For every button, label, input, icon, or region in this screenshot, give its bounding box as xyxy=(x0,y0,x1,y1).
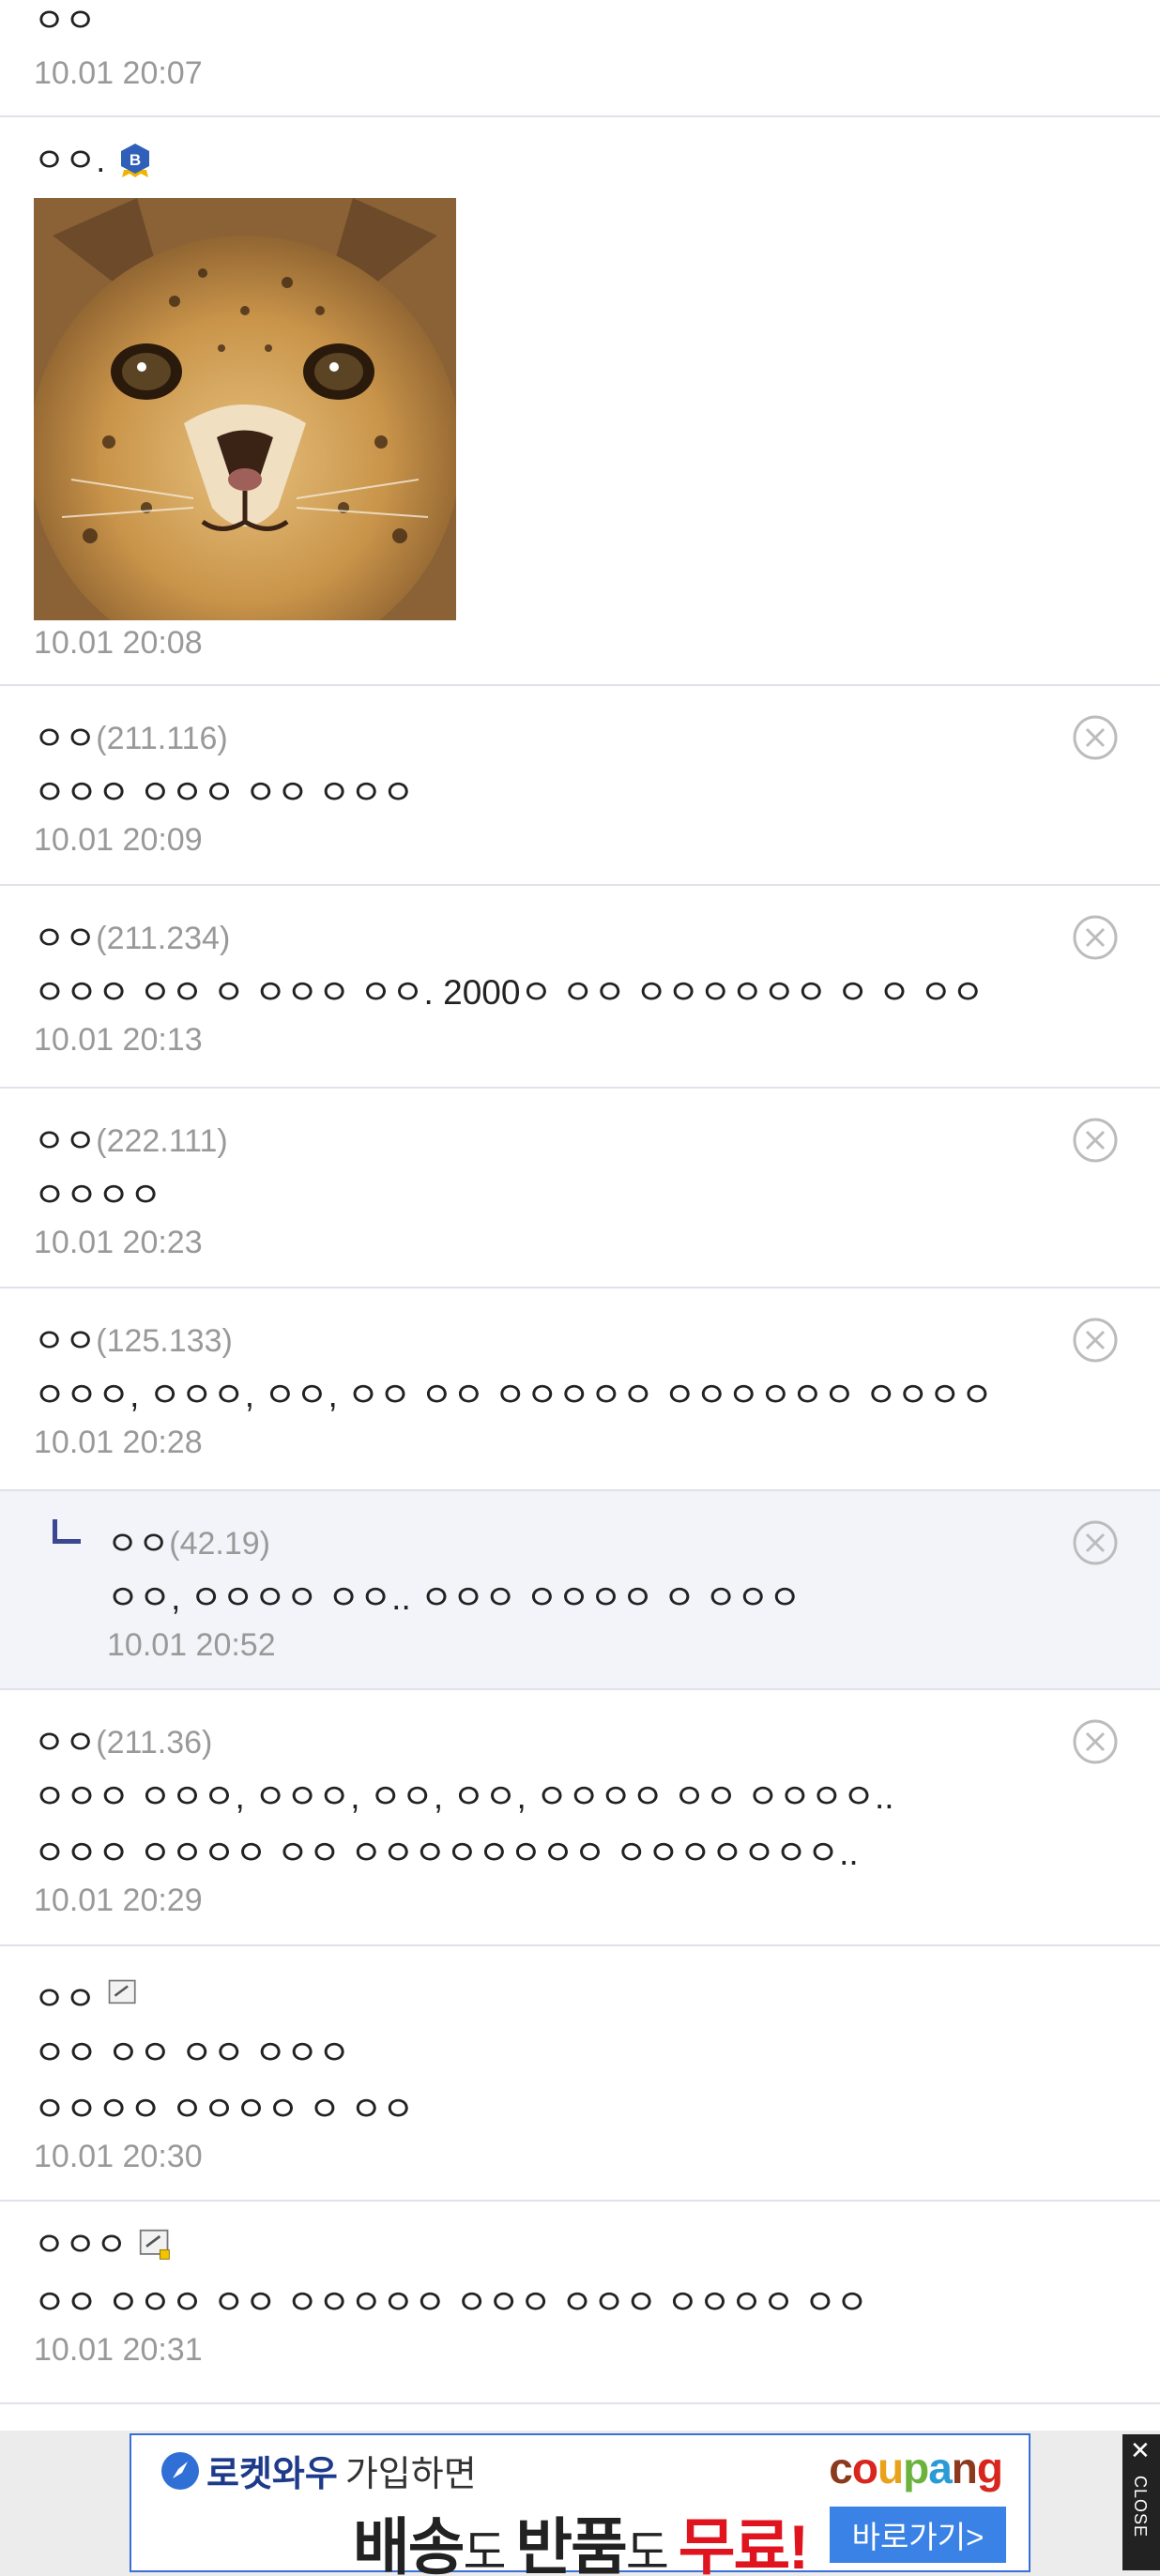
comment-date: 10.01 20:52 xyxy=(107,1627,276,1663)
comment-ip: (211.116) xyxy=(96,721,228,756)
delete-comment-icon[interactable] xyxy=(1072,714,1119,761)
comment-date: 10.01 20:23 xyxy=(34,1225,203,1260)
comment-text: ㅇㅇㅇㅇ xyxy=(34,1176,162,1214)
comment-ip: (222.111) xyxy=(96,1123,228,1159)
comment-date: 10.01 20:28 xyxy=(34,1425,203,1460)
comment-list: ㅇㅇ 10.01 20:07 ㅇㅇ. B 10.01 20:08 ㅇㅇ (211… xyxy=(0,0,1160,2404)
ad-headline-part: 도 xyxy=(625,2526,679,2576)
ad-headline-part: 도 xyxy=(463,2526,516,2576)
list-item: ㅇㅇ (125.133) ㅇㅇㅇ, ㅇㅇㅇ, ㅇㅇ, ㅇㅇ ㅇㅇ ㅇㅇㅇㅇㅇ ㅇ… xyxy=(0,1288,1160,1491)
comment-nickname[interactable]: ㅇㅇ xyxy=(34,1120,96,1162)
delete-comment-icon[interactable] xyxy=(1072,1718,1119,1765)
ad-go-button[interactable]: 바로가기> xyxy=(830,2507,1006,2563)
comment-text: ㅇㅇㅇ ㅇㅇㅇ ㅇㅇ ㅇㅇㅇ xyxy=(34,773,415,812)
list-item: ㅇㅇ ㅇㅇ ㅇㅇ ㅇㅇ ㅇㅇㅇ ㅇㅇㅇㅇ ㅇㅇㅇㅇ ㅇ ㅇㅇ 10.01 20:… xyxy=(0,1946,1160,2202)
comment-text: ㅇㅇ, ㅇㅇㅇㅇ ㅇㅇ.. ㅇㅇㅇ ㅇㅇㅇㅇ ㅇ ㅇㅇㅇ xyxy=(107,1578,801,1617)
comment-ip: (211.234) xyxy=(96,921,231,956)
comment-date: 10.01 20:30 xyxy=(34,2139,203,2174)
list-item: ㅇㅇ 10.01 20:07 xyxy=(0,0,1160,117)
rocket-icon xyxy=(161,2451,199,2490)
delete-comment-icon[interactable] xyxy=(1072,1117,1119,1164)
ad-brand-line: 로켓와우 가입하면 xyxy=(160,2445,477,2496)
ad-close-button[interactable]: ✕ CLOSE xyxy=(1122,2434,1160,2570)
comment-ip: (211.36) xyxy=(96,1725,213,1761)
comment-date: 10.01 20:07 xyxy=(34,55,203,91)
ad-headline-part: 배송 xyxy=(353,2512,465,2576)
reply-item: ㅇㅇ (42.19) ㅇㅇ, ㅇㅇㅇㅇ ㅇㅇ.. ㅇㅇㅇ ㅇㅇㅇㅇ ㅇ ㅇㅇㅇ … xyxy=(0,1491,1160,1690)
list-item: ㅇㅇ (211.234) ㅇㅇㅇ ㅇㅇ ㅇ ㅇㅇㅇ ㅇㅇ. 2000ㅇ ㅇㅇ ㅇ… xyxy=(0,886,1160,1089)
comment-text: ㅇㅇㅇ ㅇㅇㅇㅇ ㅇㅇ ㅇㅇㅇㅇㅇㅇㅇㅇ ㅇㅇㅇㅇㅇㅇㅇ.. xyxy=(34,1834,859,1872)
list-item: ㅇㅇ. B 10.01 20:08 xyxy=(0,117,1160,686)
ad-close-label: CLOSE xyxy=(1131,2476,1150,2538)
comment-date: 10.01 20:31 xyxy=(34,2332,203,2368)
comment-text: ㅇㅇㅇ ㅇㅇ ㅇ ㅇㅇㅇ ㅇㅇ. 2000ㅇ ㅇㅇ ㅇㅇㅇㅇㅇㅇ ㅇ ㅇ ㅇㅇ xyxy=(34,973,984,1012)
comment-date: 10.01 20:13 xyxy=(34,1022,203,1058)
serval-cat-image[interactable] xyxy=(34,198,456,620)
gallog-icon[interactable] xyxy=(107,1978,139,2010)
ad-headline-part: 반품 xyxy=(515,2512,627,2576)
ad-brand-text: 로켓와우 xyxy=(206,2455,338,2494)
comment-ip: (42.19) xyxy=(169,1526,270,1562)
comment-nickname[interactable]: ㅇㅇ xyxy=(34,0,96,41)
comment-nickname[interactable]: ㅇㅇ. xyxy=(34,140,105,181)
close-icon: ✕ xyxy=(1130,2436,1151,2464)
comment-text: ㅇㅇ ㅇㅇㅇ ㅇㅇ ㅇㅇㅇㅇㅇ ㅇㅇㅇ ㅇㅇㅇ ㅇㅇㅇㅇ ㅇㅇ xyxy=(34,2283,868,2322)
ad-headline-part: 무료! xyxy=(678,2512,809,2576)
coupang-ad[interactable]: 로켓와우 가입하면 배송도 반품도 무료! coupang 바로가기> xyxy=(130,2433,1030,2576)
comment-date: 10.01 20:08 xyxy=(34,625,203,661)
comment-date: 10.01 20:29 xyxy=(34,1882,203,1918)
ad-headline: 배송도 반품도 무료! xyxy=(353,2497,809,2576)
ad-brand-rest: 가입하면 xyxy=(344,2455,477,2494)
delete-comment-icon[interactable] xyxy=(1072,914,1119,961)
list-item: ㅇㅇ (222.111) ㅇㅇㅇㅇ 10.01 20:23 xyxy=(0,1089,1160,1288)
svg-text:B: B xyxy=(130,151,141,169)
comment-nickname[interactable]: ㅇㅇ xyxy=(34,918,96,959)
delete-comment-icon[interactable] xyxy=(1072,1317,1119,1364)
comment-date: 10.01 20:09 xyxy=(34,822,203,858)
list-item: ㅇㅇ (211.116) ㅇㅇㅇ ㅇㅇㅇ ㅇㅇ ㅇㅇㅇ 10.01 20:09 xyxy=(0,686,1160,886)
comment-nickname[interactable]: ㅇㅇ xyxy=(107,1523,169,1564)
coupang-logo: coupang xyxy=(829,2444,1003,2492)
comment-text: ㅇㅇㅇ ㅇㅇㅇ, ㅇㅇㅇ, ㅇㅇ, ㅇㅇ, ㅇㅇㅇㅇ ㅇㅇ ㅇㅇㅇㅇ.. xyxy=(34,1777,894,1816)
comment-nickname[interactable]: ㅇㅇ xyxy=(34,1722,96,1763)
comment-nickname[interactable]: ㅇㅇ xyxy=(34,1320,96,1362)
gallog-fixed-icon[interactable] xyxy=(138,2228,172,2262)
delete-comment-icon[interactable] xyxy=(1072,1519,1119,1566)
list-item: ㅇㅇㅇ ㅇㅇ ㅇㅇㅇ ㅇㅇ ㅇㅇㅇㅇㅇ ㅇㅇㅇ ㅇㅇㅇ ㅇㅇㅇㅇ ㅇㅇ 10.0… xyxy=(0,2202,1160,2404)
ad-banner-bar: 로켓와우 가입하면 배송도 반품도 무료! coupang 바로가기> xyxy=(0,2431,1160,2576)
reply-arrow-icon xyxy=(53,1519,81,1544)
comment-text: ㅇㅇ ㅇㅇ ㅇㅇ ㅇㅇㅇ xyxy=(34,2034,351,2072)
comment-text: ㅇㅇㅇㅇ ㅇㅇㅇㅇ ㅇ ㅇㅇ xyxy=(34,2090,415,2128)
b-badge-icon: B xyxy=(121,144,150,177)
comment-ip: (125.133) xyxy=(96,1323,233,1359)
list-item: ㅇㅇ (211.36) ㅇㅇㅇ ㅇㅇㅇ, ㅇㅇㅇ, ㅇㅇ, ㅇㅇ, ㅇㅇㅇㅇ ㅇ… xyxy=(0,1690,1160,1946)
comment-nickname[interactable]: ㅇㅇ xyxy=(34,1978,96,2020)
comment-text: ㅇㅇㅇ, ㅇㅇㅇ, ㅇㅇ, ㅇㅇ ㅇㅇ ㅇㅇㅇㅇㅇ ㅇㅇㅇㅇㅇㅇ ㅇㅇㅇㅇ xyxy=(34,1376,993,1414)
comment-nickname[interactable]: ㅇㅇㅇ xyxy=(34,2224,127,2265)
comment-nickname[interactable]: ㅇㅇ xyxy=(34,718,96,759)
